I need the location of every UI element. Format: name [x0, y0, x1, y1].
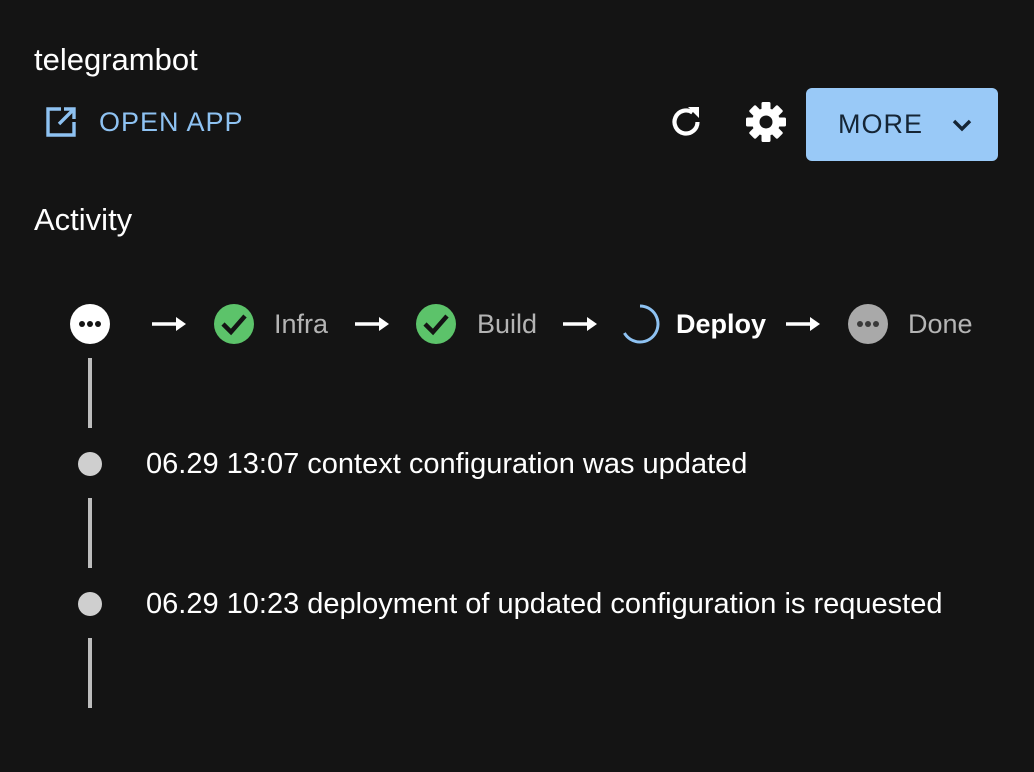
open-app-label: OPEN APP — [99, 106, 244, 137]
pipeline-arrow-icon — [152, 317, 186, 331]
app-activity-panel: telegrambot OPEN APP MORE Activity Infra… — [0, 0, 1034, 772]
stage-label-done: Done — [908, 309, 973, 339]
refresh-button[interactable] — [662, 100, 710, 148]
more-button[interactable]: MORE — [806, 88, 998, 161]
deploy-progress-spinner-icon — [619, 303, 661, 345]
pipeline-start-pending-icon — [69, 303, 111, 345]
pipeline-arrow-icon — [786, 317, 820, 331]
activity-title: Activity — [34, 202, 133, 237]
settings-button[interactable] — [742, 100, 790, 148]
pipeline-arrow-icon — [355, 317, 389, 331]
gear-icon — [744, 100, 788, 149]
chevron-down-icon — [951, 118, 973, 132]
open-app-link[interactable]: OPEN APP — [42, 100, 244, 144]
infra-success-icon — [213, 303, 255, 345]
stage-label-build: Build — [477, 309, 538, 339]
activity-event-text: 06.29 13:07 context configuration was up… — [146, 448, 748, 480]
refresh-icon — [666, 102, 706, 147]
app-title: telegrambot — [34, 42, 198, 77]
activity-event-text: 06.29 10:23 deployment of updated config… — [146, 588, 943, 620]
stage-label-deploy: Deploy — [676, 309, 767, 339]
timeline-connector — [88, 498, 92, 568]
stage-label-infra: Infra — [274, 309, 329, 339]
external-link-icon — [42, 103, 80, 141]
more-label: MORE — [838, 109, 923, 139]
timeline-connector — [88, 638, 92, 708]
pipeline-arrow-icon — [563, 317, 597, 331]
timeline-dot — [78, 452, 102, 476]
timeline-connector — [88, 358, 92, 428]
done-pending-icon — [847, 303, 889, 345]
timeline-dot — [78, 592, 102, 616]
build-success-icon — [415, 303, 457, 345]
